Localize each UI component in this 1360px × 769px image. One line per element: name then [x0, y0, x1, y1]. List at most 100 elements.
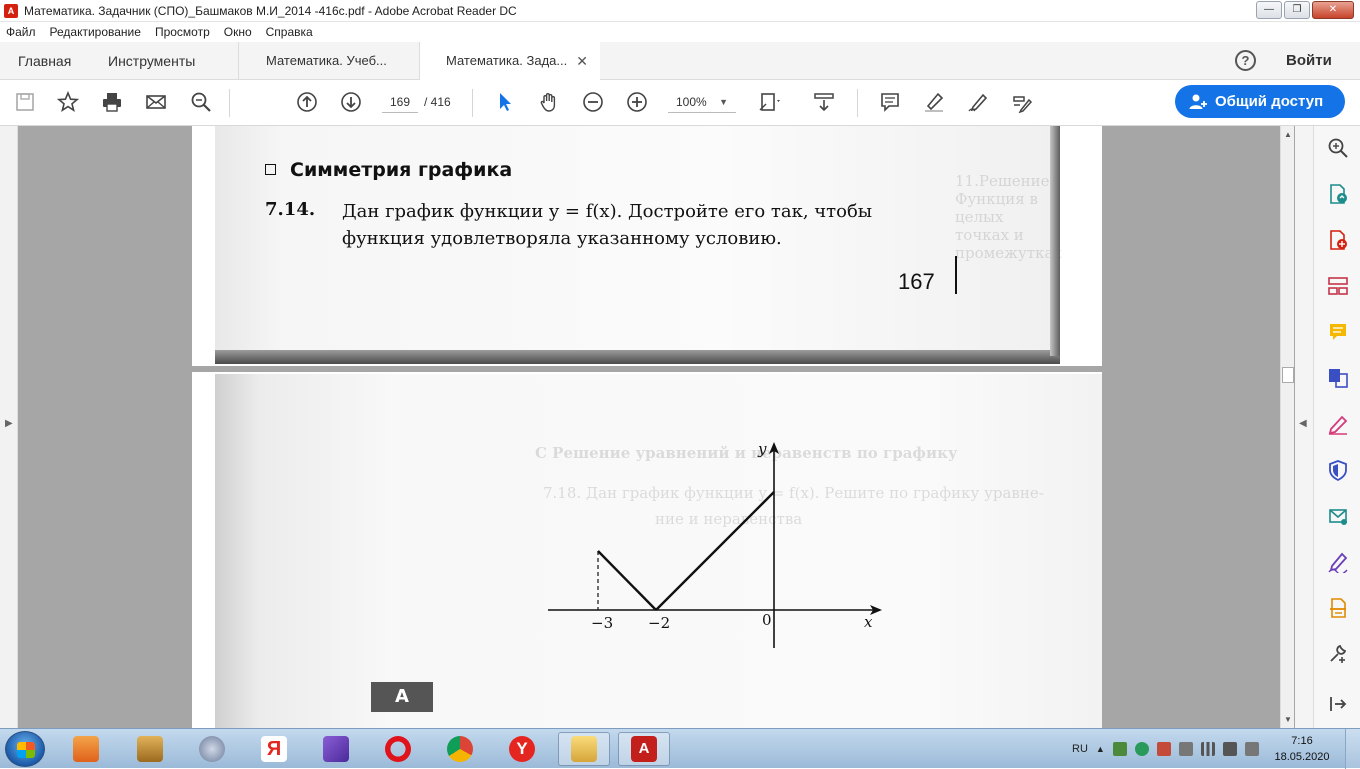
print-icon[interactable]: [99, 89, 125, 115]
document-viewport[interactable]: 11.Решение. Функция в целых точках и про…: [0, 126, 1313, 728]
restore-button[interactable]: ❐: [1284, 1, 1310, 19]
toolbar: 169 / 416 100% ▼: [0, 80, 1360, 126]
collapse-pane-icon[interactable]: [1326, 692, 1350, 716]
scroll-mode-icon[interactable]: [811, 89, 837, 115]
close-window-button[interactable]: ✕: [1312, 1, 1354, 19]
taskbar-yandex-browser[interactable]: Я: [248, 732, 300, 766]
select-cursor-icon[interactable]: [492, 89, 518, 115]
left-panel-toggle[interactable]: ▶: [0, 126, 18, 728]
problem-line-1: Дан график функции y = f(x). Достройте е…: [342, 201, 873, 222]
page-fit-icon[interactable]: [756, 89, 782, 115]
send-track-icon[interactable]: [1326, 504, 1350, 528]
yandex-y-icon: Y: [509, 736, 535, 762]
chrome-icon: [447, 736, 473, 762]
star-icon[interactable]: [55, 89, 81, 115]
comment-icon[interactable]: [877, 89, 903, 115]
tray-app-icon[interactable]: [1156, 742, 1171, 756]
menu-view[interactable]: Просмотр: [155, 25, 210, 39]
tray-app-icon[interactable]: [1178, 742, 1193, 756]
zoom-value: 100%: [676, 95, 707, 109]
origin-label: 0: [762, 611, 772, 629]
help-icon[interactable]: ?: [1235, 50, 1256, 71]
taskbar-media-player[interactable]: [60, 732, 112, 766]
taskbar-archive[interactable]: [124, 732, 176, 766]
acrobat-app-icon: A: [4, 3, 18, 18]
menu-file[interactable]: Файл: [6, 25, 36, 39]
arrow-down-icon[interactable]: [338, 89, 364, 115]
page-edge-shadow: [1050, 126, 1060, 356]
signal-icon[interactable]: [1200, 742, 1215, 756]
zoom-out-icon[interactable]: [580, 89, 606, 115]
scroll-down-icon[interactable]: ▼: [1284, 715, 1292, 724]
tab-document-problems[interactable]: Математика. Зада... ✕: [420, 42, 600, 81]
hand-icon[interactable]: [536, 89, 562, 115]
close-tab-icon[interactable]: ✕: [576, 42, 588, 80]
signature-icon[interactable]: [1326, 550, 1350, 574]
sign-icon[interactable]: [965, 89, 991, 115]
window-controls: — ❐ ✕: [1256, 1, 1354, 19]
edit-protect-icon[interactable]: [1009, 89, 1035, 115]
clock[interactable]: 7:16 18.05.2020: [1272, 733, 1332, 765]
tab-document-textbook[interactable]: Математика. Учеб...: [238, 42, 420, 80]
tools-pane: [1313, 126, 1360, 728]
comment-icon[interactable]: [1326, 320, 1350, 344]
right-pane-toggle[interactable]: ◀: [1295, 126, 1313, 728]
fill-sign-icon[interactable]: [1326, 412, 1350, 436]
toolbar-separator: [229, 89, 230, 117]
menu-window[interactable]: Окно: [224, 25, 252, 39]
taskbar-yandex[interactable]: Y: [496, 732, 548, 766]
network-status-icon[interactable]: [1222, 742, 1237, 756]
tray-app-icon[interactable]: [1112, 742, 1127, 756]
taskbar-visual-studio[interactable]: [310, 732, 362, 766]
taskbar-opera[interactable]: [372, 732, 424, 766]
menu-help[interactable]: Справка: [266, 25, 313, 39]
problem-text: Дан график функции y = f(x). Достройте е…: [342, 198, 982, 252]
show-desktop-button[interactable]: [1345, 729, 1360, 769]
antivirus-icon[interactable]: [1134, 742, 1149, 756]
sign-in-button[interactable]: Войти: [1286, 42, 1332, 80]
vertical-scrollbar[interactable]: ▲ ▼: [1280, 126, 1294, 728]
input-language[interactable]: RU: [1072, 743, 1088, 755]
tab-tools[interactable]: Инструменты: [108, 42, 195, 80]
taskbar-acrobat[interactable]: A: [618, 732, 670, 766]
tabs-row: Главная Инструменты Математика. Учеб... …: [0, 42, 1360, 81]
add-user-icon: [1189, 94, 1207, 109]
start-button[interactable]: [5, 731, 45, 767]
tray-expand-icon[interactable]: ▲: [1096, 744, 1105, 754]
combine-icon[interactable]: [1326, 366, 1350, 390]
share-button[interactable]: Общий доступ: [1175, 85, 1345, 118]
arrow-up-icon[interactable]: [294, 89, 320, 115]
scrollbar-thumb[interactable]: [1282, 367, 1294, 383]
highlight-icon[interactable]: [921, 89, 947, 115]
zoom-in-icon[interactable]: [624, 89, 650, 115]
taskbar-chrome[interactable]: [434, 732, 486, 766]
toolbar-separator: [857, 89, 858, 117]
graph-segment-right: [655, 491, 775, 611]
zoom-select[interactable]: 100% ▼: [668, 91, 736, 113]
minimize-button[interactable]: —: [1256, 1, 1282, 19]
export-pdf-icon[interactable]: [1326, 182, 1350, 206]
page-number-input[interactable]: 169: [382, 91, 418, 113]
menu-edit[interactable]: Редактирование: [50, 25, 141, 39]
page-number: 167: [898, 269, 935, 294]
create-pdf-icon[interactable]: [1326, 228, 1350, 252]
difficulty-badge: А: [371, 682, 433, 712]
scroll-up-icon[interactable]: ▲: [1284, 130, 1292, 139]
tab-document-textbook-label: Математика. Учеб...: [266, 53, 387, 68]
graph-segment-left: [597, 550, 657, 611]
zoom-search-icon[interactable]: [1326, 136, 1350, 160]
chevron-right-icon: ▶: [5, 418, 13, 429]
protect-icon[interactable]: [1326, 458, 1350, 482]
save-icon[interactable]: [12, 89, 38, 115]
mail-icon[interactable]: [143, 89, 169, 115]
scan-icon[interactable]: [1326, 596, 1350, 620]
more-tools-icon[interactable]: [1326, 642, 1350, 666]
volume-icon[interactable]: [1244, 742, 1259, 756]
organize-pages-icon[interactable]: [1326, 274, 1350, 298]
yandex-icon: Я: [261, 736, 287, 762]
taskbar-network[interactable]: [186, 732, 238, 766]
search-zoom-icon[interactable]: [188, 89, 214, 115]
share-button-label: Общий доступ: [1215, 93, 1324, 110]
tab-home[interactable]: Главная: [18, 42, 71, 80]
taskbar-explorer[interactable]: [558, 732, 610, 766]
